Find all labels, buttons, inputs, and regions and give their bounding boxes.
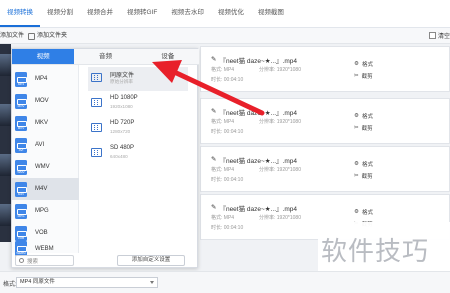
red-arrow-annotation [152, 60, 265, 116]
